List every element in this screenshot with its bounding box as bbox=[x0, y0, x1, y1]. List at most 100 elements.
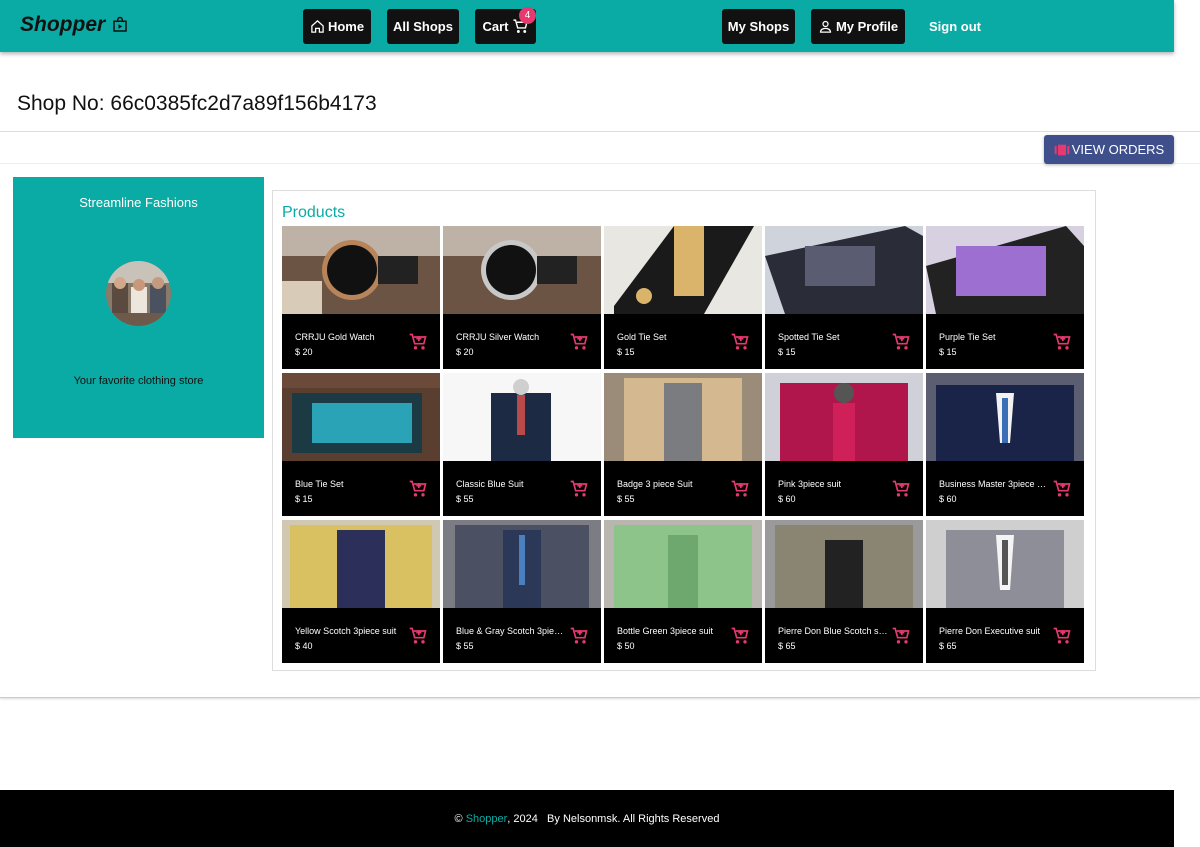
add-to-cart-icon[interactable] bbox=[569, 479, 589, 499]
divider bbox=[0, 131, 1200, 132]
product-info-bar: Yellow Scotch 3piece suit $ 40 bbox=[282, 608, 440, 663]
home-button[interactable]: Home bbox=[303, 9, 371, 44]
product-card[interactable]: Pierre Don Executive suit $ 65 bbox=[926, 520, 1084, 663]
product-price: $ 60 bbox=[778, 494, 796, 504]
footer: © Shopper, 2024 By Nelsonmsk. All Rights… bbox=[0, 790, 1174, 847]
product-name: Yellow Scotch 3piece suit bbox=[295, 626, 397, 636]
product-price: $ 15 bbox=[617, 347, 635, 357]
product-image[interactable] bbox=[282, 226, 440, 314]
product-price: $ 20 bbox=[456, 347, 474, 357]
product-card[interactable]: Business Master 3piece suit $ 60 bbox=[926, 373, 1084, 516]
add-to-cart-icon[interactable] bbox=[1052, 479, 1072, 499]
product-price: $ 65 bbox=[939, 641, 957, 651]
sign-out-button[interactable]: Sign out bbox=[929, 9, 981, 44]
add-to-cart-icon[interactable] bbox=[408, 479, 428, 499]
product-image[interactable] bbox=[443, 226, 601, 314]
my-shops-button[interactable]: My Shops bbox=[722, 9, 795, 44]
product-name: Classic Blue Suit bbox=[456, 479, 524, 489]
product-info-bar: Bottle Green 3piece suit $ 50 bbox=[604, 608, 762, 663]
product-info-bar: CRRJU Silver Watch $ 20 bbox=[443, 314, 601, 369]
product-price: $ 15 bbox=[778, 347, 796, 357]
product-name: Pierre Don Executive suit bbox=[939, 626, 1041, 636]
add-to-cart-icon[interactable] bbox=[730, 332, 750, 352]
product-card[interactable]: Blue Tie Set $ 15 bbox=[282, 373, 440, 516]
product-name: Pink 3piece suit bbox=[778, 479, 842, 489]
add-to-cart-icon[interactable] bbox=[569, 626, 589, 646]
product-price: $ 15 bbox=[939, 347, 957, 357]
add-to-cart-icon[interactable] bbox=[1052, 332, 1072, 352]
product-name: Business Master 3piece suit bbox=[939, 479, 1049, 489]
cart-label: Cart bbox=[482, 19, 509, 34]
product-image[interactable] bbox=[765, 226, 923, 314]
add-to-cart-icon[interactable] bbox=[1052, 626, 1072, 646]
product-price: $ 40 bbox=[295, 641, 313, 651]
product-card[interactable]: Gold Tie Set $ 15 bbox=[604, 226, 762, 369]
content-divider bbox=[0, 694, 1200, 698]
product-card[interactable]: Classic Blue Suit $ 55 bbox=[443, 373, 601, 516]
all-shops-button[interactable]: All Shops bbox=[387, 9, 459, 44]
product-card[interactable]: Purple Tie Set $ 15 bbox=[926, 226, 1084, 369]
product-image[interactable] bbox=[443, 520, 601, 608]
product-image[interactable] bbox=[926, 520, 1084, 608]
home-label: Home bbox=[327, 19, 365, 34]
add-to-cart-icon[interactable] bbox=[891, 626, 911, 646]
product-image[interactable] bbox=[765, 520, 923, 608]
product-card[interactable]: Yellow Scotch 3piece suit $ 40 bbox=[282, 520, 440, 663]
cart-count-badge: 4 bbox=[519, 7, 536, 24]
product-card[interactable]: Pink 3piece suit $ 60 bbox=[765, 373, 923, 516]
add-to-cart-icon[interactable] bbox=[730, 626, 750, 646]
product-card[interactable]: Bottle Green 3piece suit $ 50 bbox=[604, 520, 762, 663]
product-price: $ 20 bbox=[295, 347, 313, 357]
product-card[interactable]: CRRJU Silver Watch $ 20 bbox=[443, 226, 601, 369]
shop-avatar bbox=[106, 261, 171, 326]
my-shops-label: My Shops bbox=[727, 19, 790, 34]
home-icon bbox=[311, 20, 324, 33]
product-info-bar: Pierre Don Executive suit $ 65 bbox=[926, 608, 1084, 663]
product-name: Blue Tie Set bbox=[295, 479, 344, 489]
brand-name: Shopper bbox=[20, 13, 106, 36]
product-image[interactable] bbox=[282, 520, 440, 608]
add-to-cart-icon[interactable] bbox=[891, 332, 911, 352]
footer-brand-link[interactable]: Shopper bbox=[466, 813, 508, 825]
add-to-cart-icon[interactable] bbox=[569, 332, 589, 352]
product-info-bar: Gold Tie Set $ 15 bbox=[604, 314, 762, 369]
sign-out-label: Sign out bbox=[929, 19, 981, 34]
product-image[interactable] bbox=[926, 373, 1084, 461]
brand[interactable]: Shopper bbox=[20, 13, 129, 37]
add-to-cart-icon[interactable] bbox=[730, 479, 750, 499]
product-price: $ 50 bbox=[617, 641, 635, 651]
product-image[interactable] bbox=[282, 373, 440, 461]
all-shops-label: All Shops bbox=[393, 19, 453, 34]
product-image[interactable] bbox=[604, 226, 762, 314]
shop-bag-icon bbox=[113, 16, 127, 32]
product-image[interactable] bbox=[443, 373, 601, 461]
product-name: Badge 3 piece Suit bbox=[617, 479, 693, 489]
product-card[interactable]: Blue & Gray Scotch 3piece suit $ 55 bbox=[443, 520, 601, 663]
product-info-bar: Spotted Tie Set $ 15 bbox=[765, 314, 923, 369]
product-image[interactable] bbox=[604, 520, 762, 608]
copyright-symbol: © bbox=[454, 812, 463, 825]
product-name: Blue & Gray Scotch 3piece suit bbox=[456, 626, 566, 636]
product-image[interactable] bbox=[926, 226, 1084, 314]
add-to-cart-icon[interactable] bbox=[408, 332, 428, 352]
product-name: Spotted Tie Set bbox=[778, 332, 840, 342]
add-to-cart-icon[interactable] bbox=[408, 626, 428, 646]
add-to-cart-icon[interactable] bbox=[891, 479, 911, 499]
view-orders-label: VIEW ORDERS bbox=[1071, 142, 1165, 157]
product-info-bar: Pierre Don Blue Scotch suit $ 65 bbox=[765, 608, 923, 663]
cart-button[interactable]: Cart 4 bbox=[475, 7, 536, 44]
product-image[interactable] bbox=[604, 373, 762, 461]
product-price: $ 55 bbox=[456, 494, 474, 504]
page-title: Shop No: 66c0385fc2d7a89f156b4173 bbox=[17, 92, 377, 115]
product-image[interactable] bbox=[765, 373, 923, 461]
product-price: $ 15 bbox=[295, 494, 313, 504]
product-card[interactable]: CRRJU Gold Watch $ 20 bbox=[282, 226, 440, 369]
product-card[interactable]: Pierre Don Blue Scotch suit $ 65 bbox=[765, 520, 923, 663]
product-info-bar: Blue & Gray Scotch 3piece suit $ 55 bbox=[443, 608, 601, 663]
product-name: Bottle Green 3piece suit bbox=[617, 626, 714, 636]
view-orders-button[interactable]: VIEW ORDERS bbox=[1044, 135, 1174, 164]
product-card[interactable]: Badge 3 piece Suit $ 55 bbox=[604, 373, 762, 516]
product-card[interactable]: Spotted Tie Set $ 15 bbox=[765, 226, 923, 369]
my-profile-button[interactable]: My Profile bbox=[811, 9, 905, 44]
divider bbox=[0, 163, 1200, 164]
